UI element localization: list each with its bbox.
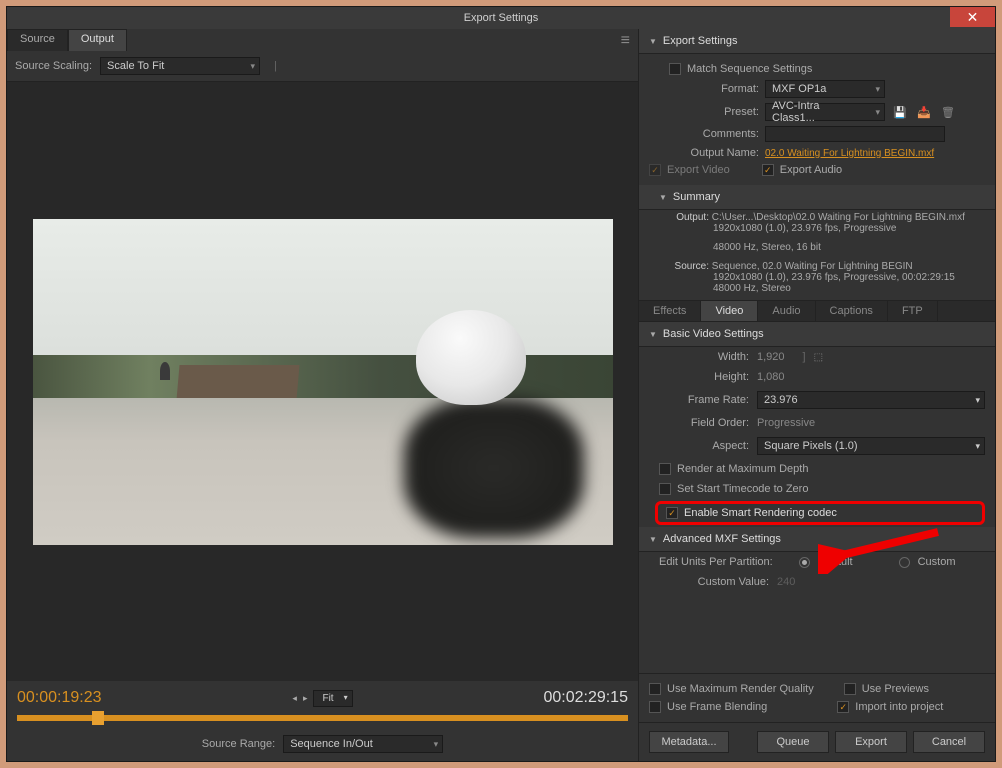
- basic-video-header[interactable]: ▼ Basic Video Settings: [639, 322, 995, 347]
- cancel-button[interactable]: Cancel: [913, 731, 985, 753]
- width-label: Width:: [649, 351, 749, 363]
- frame-blend-label: Use Frame Blending: [667, 701, 767, 713]
- advanced-mxf-header[interactable]: ▼ Advanced MXF Settings: [639, 527, 995, 552]
- total-time: 00:02:29:15: [543, 689, 628, 707]
- timeline-slider[interactable]: [17, 715, 628, 721]
- custom-value-label: Custom Value:: [649, 576, 769, 588]
- next-frame-icon[interactable]: ▸: [303, 693, 308, 704]
- frame-blend-checkbox[interactable]: [649, 701, 661, 713]
- tab-effects[interactable]: Effects: [639, 301, 701, 321]
- output-res: 1920x1080 (1.0), 23.976 fps, Progressive: [699, 223, 985, 234]
- summary-header[interactable]: ▼ Summary: [639, 185, 995, 210]
- output-summary-label: Output:: [659, 212, 709, 223]
- height-label: Height:: [649, 371, 749, 383]
- range-dropdown[interactable]: Sequence In/Out: [283, 735, 443, 753]
- tab-output[interactable]: Output: [68, 29, 127, 51]
- comments-input[interactable]: [765, 126, 945, 142]
- collapse-icon: ▼: [649, 37, 657, 46]
- close-button[interactable]: ✕: [950, 7, 995, 27]
- format-label: Format:: [669, 83, 759, 95]
- source-res: 1920x1080 (1.0), 23.976 fps, Progressive…: [699, 272, 985, 283]
- max-quality-checkbox[interactable]: [649, 683, 661, 695]
- collapse-icon: ▼: [649, 330, 657, 339]
- export-button[interactable]: Export: [835, 731, 907, 753]
- width-value: 1,920: [757, 351, 785, 363]
- output-name-link[interactable]: 02.0 Waiting For Lightning BEGIN.mxf: [765, 148, 934, 159]
- max-quality-label: Use Maximum Render Quality: [667, 683, 814, 695]
- partition-default-radio[interactable]: [799, 557, 810, 568]
- custom-label: Custom: [918, 556, 956, 568]
- import-preset-icon[interactable]: 📥: [915, 104, 933, 120]
- start-tc-checkbox[interactable]: [659, 483, 671, 495]
- export-settings-header[interactable]: ▼ Export Settings: [639, 29, 995, 54]
- tab-source[interactable]: Source: [7, 29, 68, 51]
- queue-button[interactable]: Queue: [757, 731, 829, 753]
- import-checkbox[interactable]: ✓: [837, 701, 849, 713]
- titlebar: Export Settings ✕: [7, 7, 995, 29]
- window-title: Export Settings: [464, 12, 539, 24]
- output-name-label: Output Name:: [669, 147, 759, 159]
- fieldorder-value: Progressive: [757, 417, 815, 429]
- previews-checkbox[interactable]: [844, 683, 856, 695]
- export-audio-checkbox[interactable]: ✓: [762, 164, 774, 176]
- scaling-label: Source Scaling:: [15, 60, 92, 72]
- panel-menu-icon[interactable]: ≡: [613, 29, 638, 51]
- framerate-label: Frame Rate:: [649, 394, 749, 406]
- prev-frame-icon[interactable]: ◂: [292, 693, 297, 704]
- tab-video[interactable]: Video: [701, 301, 758, 321]
- output-path: C:\User...\Desktop\02.0 Waiting For Ligh…: [712, 212, 965, 223]
- delete-preset-icon[interactable]: 🗑: [939, 104, 957, 120]
- source-summary-label: Source:: [659, 261, 709, 272]
- preset-label: Preset:: [669, 106, 759, 118]
- source-seq: Sequence, 02.0 Waiting For Lightning BEG…: [712, 261, 913, 272]
- previews-label: Use Previews: [862, 683, 929, 695]
- save-preset-icon[interactable]: 💾: [891, 104, 909, 120]
- collapse-icon: ▼: [659, 193, 667, 202]
- playhead[interactable]: [92, 711, 104, 725]
- current-time[interactable]: 00:00:19:23: [17, 689, 102, 707]
- preset-dropdown[interactable]: AVC-Intra Class1...: [765, 103, 885, 121]
- scaling-dropdown[interactable]: Scale To Fit: [100, 57, 260, 75]
- framerate-dropdown[interactable]: 23.976: [757, 391, 985, 409]
- metadata-button[interactable]: Metadata...: [649, 731, 729, 753]
- start-tc-label: Set Start Timecode to Zero: [677, 483, 808, 495]
- default-label: Default: [818, 556, 853, 568]
- export-audio-label: Export Audio: [780, 164, 842, 176]
- match-sequence-checkbox[interactable]: [669, 63, 681, 75]
- match-sequence-label: Match Sequence Settings: [687, 63, 812, 75]
- tab-ftp[interactable]: FTP: [888, 301, 938, 321]
- partition-label: Edit Units Per Partition:: [659, 556, 773, 568]
- source-audio: 48000 Hz, Stereo: [699, 283, 985, 294]
- smart-render-label: Enable Smart Rendering codec: [684, 507, 837, 519]
- collapse-icon: ▼: [649, 535, 657, 544]
- custom-value: 240: [777, 576, 795, 588]
- aspect-dropdown[interactable]: Square Pixels (1.0): [757, 437, 985, 455]
- zoom-dropdown[interactable]: Fit: [313, 690, 352, 707]
- preview-area: [7, 82, 638, 681]
- export-video-label: Export Video: [667, 164, 730, 176]
- render-max-checkbox[interactable]: [659, 463, 671, 475]
- range-label: Source Range:: [202, 738, 275, 750]
- import-label: Import into project: [855, 701, 943, 713]
- fieldorder-label: Field Order:: [649, 417, 749, 429]
- export-video-checkbox: ✓: [649, 164, 661, 176]
- render-max-label: Render at Maximum Depth: [677, 463, 808, 475]
- smart-render-checkbox[interactable]: ✓: [666, 507, 678, 519]
- aspect-label: Aspect:: [649, 440, 749, 452]
- tab-captions[interactable]: Captions: [816, 301, 888, 321]
- link-dimensions-icon[interactable]: ⬚: [814, 352, 823, 363]
- video-preview[interactable]: [33, 219, 613, 545]
- smart-render-highlight: ✓ Enable Smart Rendering codec: [655, 501, 985, 525]
- partition-custom-radio[interactable]: [899, 557, 910, 568]
- comments-label: Comments:: [669, 128, 759, 140]
- tab-audio[interactable]: Audio: [758, 301, 815, 321]
- format-dropdown[interactable]: MXF OP1a: [765, 80, 885, 98]
- output-audio: 48000 Hz, Stereo, 16 bit: [699, 242, 985, 253]
- height-value: 1,080: [757, 371, 785, 383]
